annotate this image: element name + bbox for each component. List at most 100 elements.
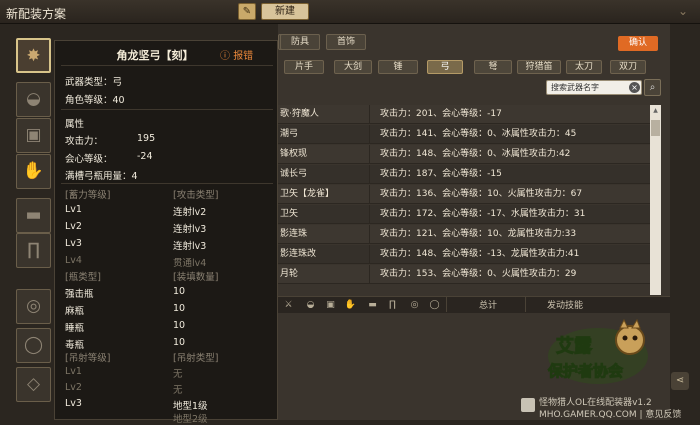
scroll-thumb[interactable] [651, 120, 660, 136]
slot-arms[interactable]: ✋ [16, 154, 51, 189]
slot-helm[interactable]: ◒ [16, 82, 51, 117]
category-dual-blades[interactable]: 双刀 [610, 60, 646, 74]
waist-icon: ▬ [25, 205, 42, 225]
slot-chest[interactable]: ▣ [16, 118, 51, 153]
attribute-header: 属性 [65, 119, 85, 130]
category-bow[interactable]: 弓 [427, 60, 463, 74]
charge-type: 连射lv2 [173, 207, 207, 218]
chest-slot-icon: ▣ [326, 300, 335, 310]
charge-type: 贯通lv4 [173, 258, 207, 269]
footer-site-feedback[interactable]: MHO.GAMER.QQ.COM | 意见反馈 [539, 407, 681, 420]
report-label: 报错 [233, 51, 254, 62]
table-row[interactable]: 诚长弓 攻击力：187、会心等级：-15 [278, 165, 650, 184]
charge-level-header: [蓄力等级] [65, 190, 111, 201]
slot-legs[interactable]: ∏ [16, 233, 51, 268]
gem-icon: ◇ [26, 374, 41, 394]
ring-slot-icon: ◯ [429, 300, 440, 310]
charge-level: Lv4 [65, 255, 82, 266]
shot-type-header: [吊射类型] [173, 353, 219, 364]
charge-level: Lv2 [65, 221, 82, 232]
info-icon: ⓘ [220, 51, 234, 62]
weapon-name: 影连珠 [278, 225, 370, 244]
table-row[interactable]: 影连珠 攻击力：121、会心等级：10、龙属性攻击力:33 [278, 225, 650, 244]
shot-type: 地型2级 [173, 414, 208, 425]
edit-button[interactable]: ✎ [238, 3, 256, 20]
share-button[interactable]: ⋖ [671, 372, 689, 390]
table-row[interactable]: 歌·狩魔人 攻击力：201、会心等级：-17 [278, 105, 650, 124]
slot-weapon[interactable]: ✸ [16, 38, 51, 73]
window-control-icon[interactable]: ⌄ [672, 4, 694, 19]
category-bowgun[interactable]: 弩 [474, 60, 512, 74]
bottle-type-header: [瓶类型] [65, 272, 101, 283]
divider [446, 297, 447, 312]
slot-accessory-2[interactable]: ◯ [16, 328, 51, 363]
weapon-stats: 攻击力：201、会心等级：-17 [380, 109, 502, 119]
shot-level: Lv2 [65, 382, 82, 393]
weapon-name: 诚长弓 [278, 165, 370, 184]
bow-icon: ✸ [26, 46, 41, 66]
search-input[interactable]: 搜索武器名字 [546, 80, 642, 95]
charge-type: 连射lv3 [173, 224, 207, 235]
slot-waist[interactable]: ▬ [16, 198, 51, 233]
slot-accessory-1[interactable]: ◎ [16, 289, 51, 324]
equipment-slot-column: ✸ ◒ ▣ ✋ ▬ ∏ ◎ ◯ ◇ [10, 30, 54, 420]
table-row[interactable]: 卫矢【龙雀】 攻击力：136、会心等级：10、火属性攻击力：67 [278, 185, 650, 204]
shot-level: Lv3 [65, 398, 82, 409]
palico-protection-association-logo: 艾露 保护者协会 [547, 318, 648, 384]
weapon-stats: 攻击力：148、会心等级：-13、龙属性攻击力:41 [380, 249, 580, 259]
table-row[interactable]: 月轮 攻击力：153、会心等级：0、火属性攻击力：29 [278, 265, 650, 284]
shot-level: Lv1 [65, 366, 82, 377]
weapon-name: 影连珠改 [278, 245, 370, 264]
weapon-type: 武器类型：弓 [65, 77, 123, 88]
slot-summary-toolbar: ⚔ ◒ ▣ ✋ ▬ ∏ ◎ ◯ [278, 296, 670, 313]
slots-label: 满槽弓瓶用量：4 [65, 171, 138, 182]
category-hunting-horn[interactable]: 狩猎笛 [517, 60, 561, 74]
bottle-count: 10 [173, 320, 186, 331]
arms-slot-icon: ✋ [344, 300, 357, 310]
table-row[interactable]: 潮弓 攻击力：141、会心等级：0、冰属性攻击力：45 [278, 125, 650, 144]
weapon-name: 歌·狩魔人 [278, 105, 370, 124]
tab-jewelry[interactable]: 首饰 [326, 34, 366, 50]
report-error-link[interactable]: ⓘ 报错 [220, 47, 253, 62]
weapon-tooltip: 角龙坚弓【刻】 ⓘ 报错 武器类型：弓 角色等级：40 属性 攻击力： 195 … [54, 40, 278, 425]
new-button[interactable]: 新建 [261, 3, 309, 20]
confirm-button[interactable]: 确认 [618, 36, 658, 51]
category-hammer[interactable]: 锤 [378, 60, 418, 74]
category-greatsword[interactable]: 大剑 [334, 60, 372, 74]
bottle-count: 10 [173, 286, 186, 297]
arms-icon: ✋ [22, 161, 45, 181]
helm-slot-icon: ◒ [306, 300, 315, 310]
top-bar [0, 0, 700, 24]
weapon-stats: 攻击力：172、会心等级：-17、水属性攻击力：31 [380, 209, 586, 219]
scroll-up-icon[interactable]: ▲ [650, 105, 661, 117]
category-longsword[interactable]: 太刀 [566, 60, 602, 74]
weapon-stats: 攻击力：141、会心等级：0、冰属性攻击力：45 [380, 129, 577, 139]
category-sword-shield[interactable]: 片手 [284, 60, 324, 74]
table-row[interactable]: 影连珠改 攻击力：148、会心等级：-13、龙属性攻击力:41 [278, 245, 650, 264]
legs-slot-icon: ∏ [389, 300, 396, 310]
logo-line-1: 艾露 [556, 335, 593, 357]
search-button[interactable]: ⌕ [644, 79, 661, 96]
attack-label: 攻击力： [65, 136, 104, 147]
shot-level-header: [吊射等级] [65, 353, 111, 364]
table-row[interactable]: 锋权现 攻击力：148、会心等级：0、冰属性攻击力:42 [278, 145, 650, 164]
search-icon: ⌕ [649, 82, 656, 93]
configurator-logo-icon [521, 398, 535, 412]
table-row[interactable]: 卫矢 攻击力：172、会心等级：-17、水属性攻击力：31 [278, 205, 650, 224]
bottle-name: 睡瓶 [65, 323, 85, 334]
chest-icon: ▣ [25, 125, 42, 145]
logo-line-2: 保护者协会 [547, 362, 623, 380]
legs-icon: ∏ [27, 240, 40, 260]
bottle-count: 10 [173, 337, 186, 348]
skills-column-header: 发动技能 [547, 301, 584, 311]
weapon-stats: 攻击力：153、会心等级：0、火属性攻击力：29 [380, 269, 577, 279]
bow-slot-icon: ⚔ [284, 300, 293, 310]
pencil-icon: ✎ [242, 6, 252, 17]
weapon-stats: 攻击力：187、会心等级：-15 [380, 169, 502, 179]
charge-type: 连射lv3 [173, 241, 207, 252]
clear-search-icon[interactable]: × [629, 82, 640, 93]
weapon-table: 歌·狩魔人 攻击力：201、会心等级：-17 潮弓 攻击力：141、会心等级：0、冰… [278, 105, 650, 291]
tab-armor[interactable]: 防具 [280, 34, 320, 50]
weapon-name: 潮弓 [278, 125, 370, 144]
slot-accessory-3[interactable]: ◇ [16, 367, 51, 402]
